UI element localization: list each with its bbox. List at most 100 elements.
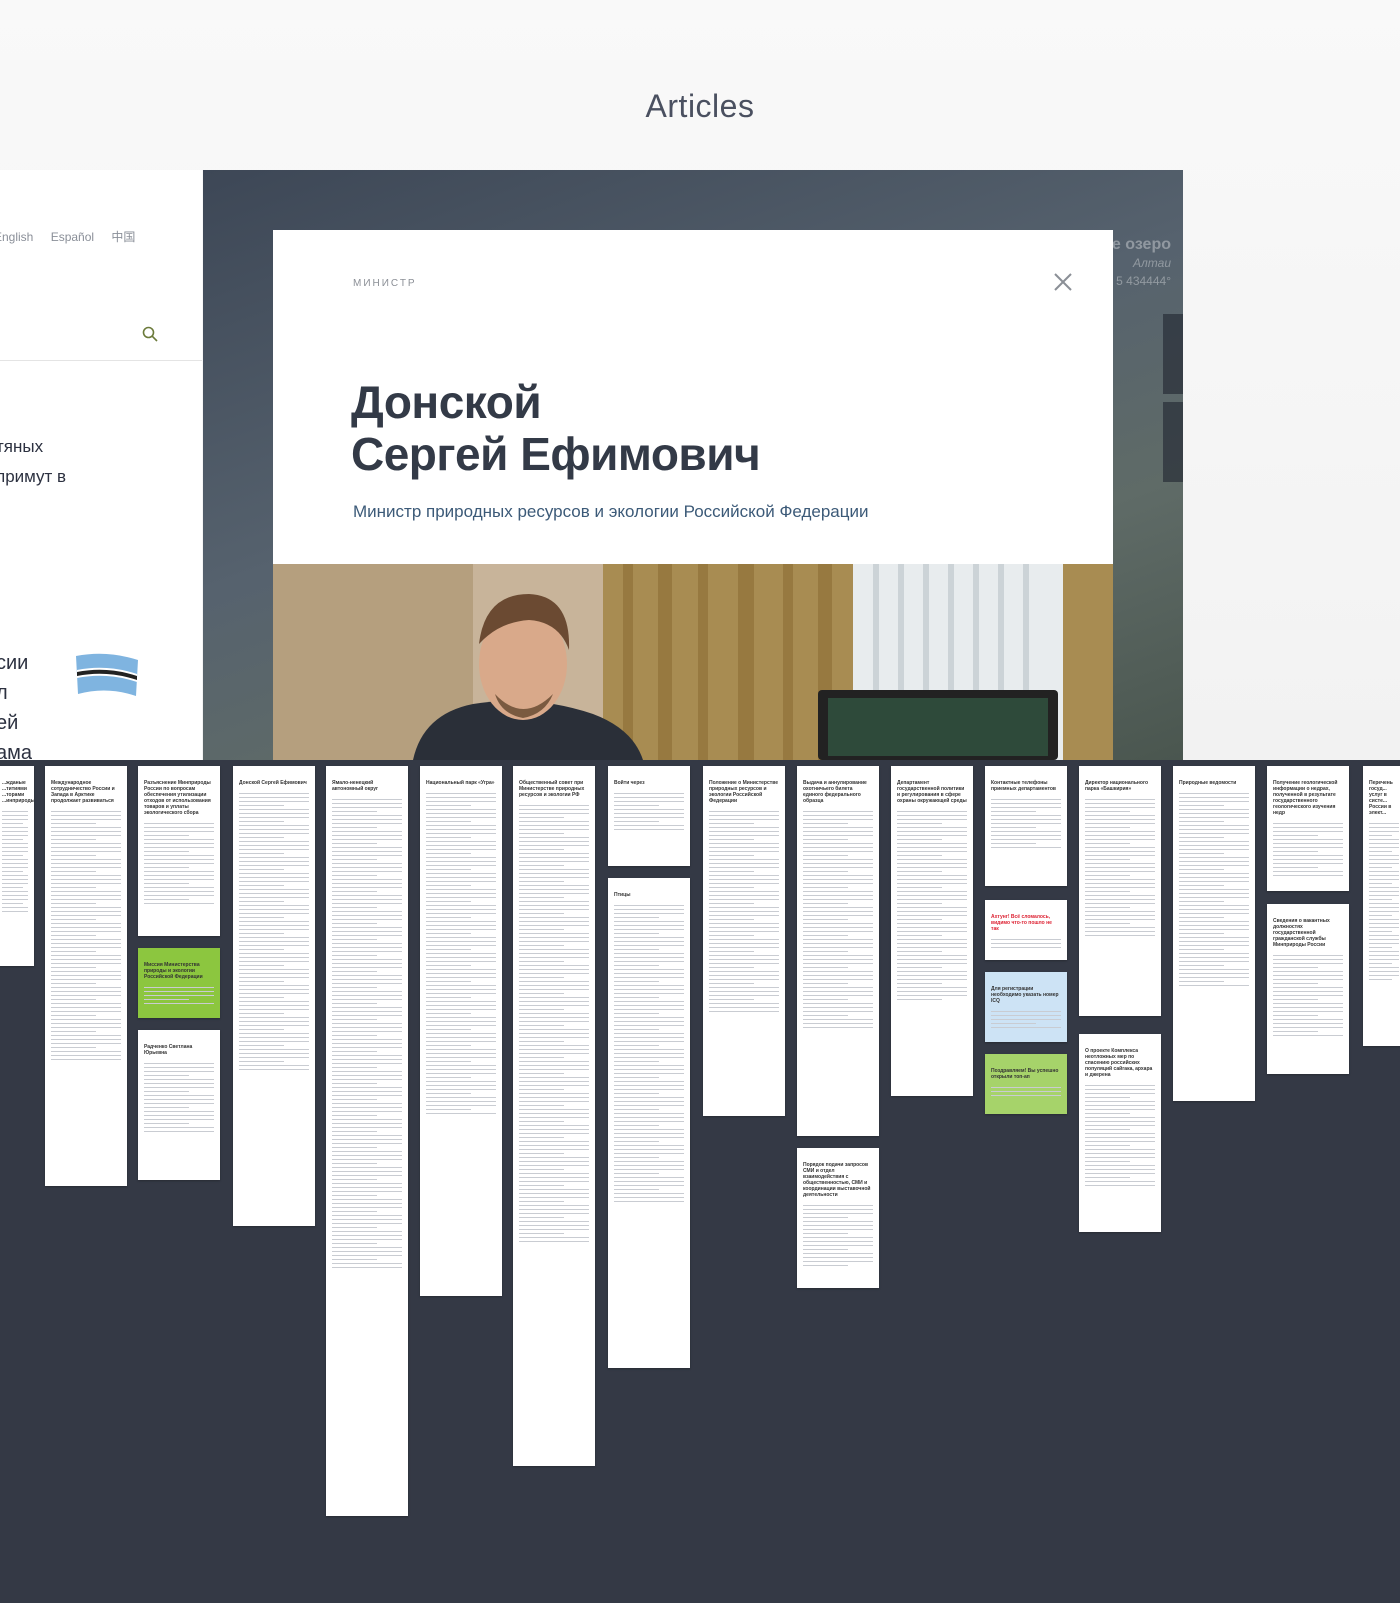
text-line: [1369, 863, 1399, 864]
text-line: [1085, 1121, 1155, 1122]
text-line: [426, 1009, 496, 1010]
article-thumbnail[interactable]: Войти через: [608, 766, 690, 866]
text-line: [803, 935, 849, 936]
lang-chinese[interactable]: 中国: [111, 230, 135, 244]
text-line: [519, 989, 589, 990]
article-thumbnail[interactable]: Международное сотрудничество России и За…: [45, 766, 127, 1186]
text-line: [426, 973, 496, 974]
text-line: [426, 1073, 496, 1074]
text-line: [1273, 1031, 1319, 1032]
lang-english[interactable]: English: [0, 230, 33, 244]
alert-thumbnail[interactable]: Ахтунг! Всё сломалось, видимо что-то пош…: [985, 900, 1067, 960]
text-line: [1273, 967, 1319, 968]
article-thumbnail[interactable]: Получение геологической информации о нед…: [1267, 766, 1349, 891]
search-icon[interactable]: [142, 326, 158, 342]
text-line: [332, 1079, 402, 1080]
text-line: [332, 895, 402, 896]
text-line: [614, 1161, 684, 1162]
text-line: [1085, 907, 1131, 908]
congrats-thumbnail[interactable]: Поздравляем! Вы успешно открыли топ-ап: [985, 1054, 1067, 1114]
text-line: [519, 853, 589, 854]
article-thumbnail[interactable]: Общественный совет при Министерстве прир…: [513, 766, 595, 1466]
text-line: [1273, 991, 1343, 992]
article-thumbnail[interactable]: Национальный парк «Угра»: [420, 766, 502, 1296]
text-line: [897, 843, 967, 844]
text-line: [426, 841, 496, 842]
text-line: [1179, 837, 1225, 838]
text-line: [897, 963, 967, 964]
text-line: [519, 969, 589, 970]
text-line: [332, 1035, 378, 1036]
close-icon[interactable]: [1051, 270, 1075, 294]
text-line: [426, 797, 496, 798]
hero-side-tab[interactable]: [1163, 314, 1183, 394]
text-line: [426, 1013, 472, 1014]
text-line: [709, 871, 755, 872]
article-thumbnail[interactable]: Положение о Министерстве природных ресур…: [703, 766, 785, 1116]
text-line: [1085, 819, 1155, 820]
radchenko-thumbnail[interactable]: Радченко Светлана Юрьевна: [138, 1030, 220, 1180]
text-line: [332, 943, 402, 944]
news-headline-2[interactable]: сии л ей ама: [0, 648, 32, 760]
text-line: [1369, 967, 1399, 968]
article-thumbnail[interactable]: ...жданые ...титиями ...торами ...инприр…: [0, 766, 34, 966]
text-line: [144, 1091, 190, 1092]
text-line: [803, 867, 873, 868]
text-line: [426, 897, 496, 898]
text-line: [519, 1141, 589, 1142]
text-line: [2, 907, 28, 908]
text-line: [426, 1033, 496, 1034]
text-line: [332, 1011, 402, 1012]
news-headline[interactable]: тяных примут в: [0, 432, 66, 492]
text-line: [1369, 935, 1399, 936]
text-line: [614, 1165, 684, 1166]
text-line: [709, 843, 779, 844]
text-line: [426, 1021, 496, 1022]
article-thumbnail[interactable]: Контактные телефоны приемных департамент…: [985, 766, 1067, 886]
text-line: [519, 1005, 589, 1006]
text-line: [239, 985, 309, 986]
register-thumbnail[interactable]: Для регистрации необходимо указать номер…: [985, 972, 1067, 1042]
text-line: [803, 871, 849, 872]
text-line: [803, 975, 873, 976]
text-line: [239, 965, 285, 966]
text-line: [519, 1217, 565, 1218]
text-line: [332, 819, 402, 820]
article-thumbnail[interactable]: Директор национального парка «Башкирия»: [1079, 766, 1161, 1016]
search-bar[interactable]: [0, 310, 202, 361]
text-line: [519, 941, 589, 942]
text-line: [897, 931, 967, 932]
text-line: [1085, 839, 1155, 840]
article-thumbnail[interactable]: Природные ведомости: [1173, 766, 1255, 1101]
vacancies-thumbnail[interactable]: Сведения о вакантных должностях государс…: [1267, 904, 1349, 1074]
text-line: [803, 1237, 873, 1238]
thumbnail-title: Ямало-ненецкий автономный округ: [332, 780, 379, 792]
text-line: [426, 1109, 472, 1110]
article-thumbnail[interactable]: Разъяснение Минприроды России по вопроса…: [138, 766, 220, 936]
article-thumbnail[interactable]: Департамент государственной политики и р…: [891, 766, 973, 1096]
text-line: [51, 879, 121, 880]
hero-side-tab[interactable]: [1163, 402, 1183, 482]
thumbnail-title: Миссия Министерства природы и экологии Р…: [144, 962, 203, 980]
article-thumbnail[interactable]: Ямало-ненецкий автономный округ: [326, 766, 408, 1516]
mission-thumbnail[interactable]: Миссия Министерства природы и экологии Р…: [138, 948, 220, 1018]
text-line: [51, 943, 121, 944]
thumbnail-title: Директор национального парка «Башкирия»: [1085, 780, 1149, 792]
text-line: [426, 1001, 496, 1002]
lang-spanish[interactable]: Español: [51, 230, 94, 244]
birds-thumbnail[interactable]: Птицы: [608, 878, 690, 1368]
article-thumbnail[interactable]: Перечень госуд... услуг в систе... Росси…: [1363, 766, 1400, 1046]
article-thumbnail[interactable]: Донской Сергей Ефимович: [233, 766, 315, 1226]
text-line: [803, 879, 873, 880]
thumbnail-title: Сведения о вакантных должностях государс…: [1273, 918, 1330, 948]
text-line: [519, 1169, 565, 1170]
text-line: [332, 995, 402, 996]
text-line: [51, 983, 97, 984]
text-line: [144, 1107, 190, 1108]
article-thumbnail[interactable]: Выдача и аннулирование охотничьего билет…: [797, 766, 879, 1136]
text-line: [51, 919, 97, 920]
text-line: [614, 1201, 684, 1202]
order-thumbnail[interactable]: Порядок подачи запросов СМИ и отдел взаи…: [797, 1148, 879, 1288]
complex-thumbnail[interactable]: О проекте Комплекса неотложных мер по сп…: [1079, 1034, 1161, 1232]
text-line: [897, 839, 943, 840]
